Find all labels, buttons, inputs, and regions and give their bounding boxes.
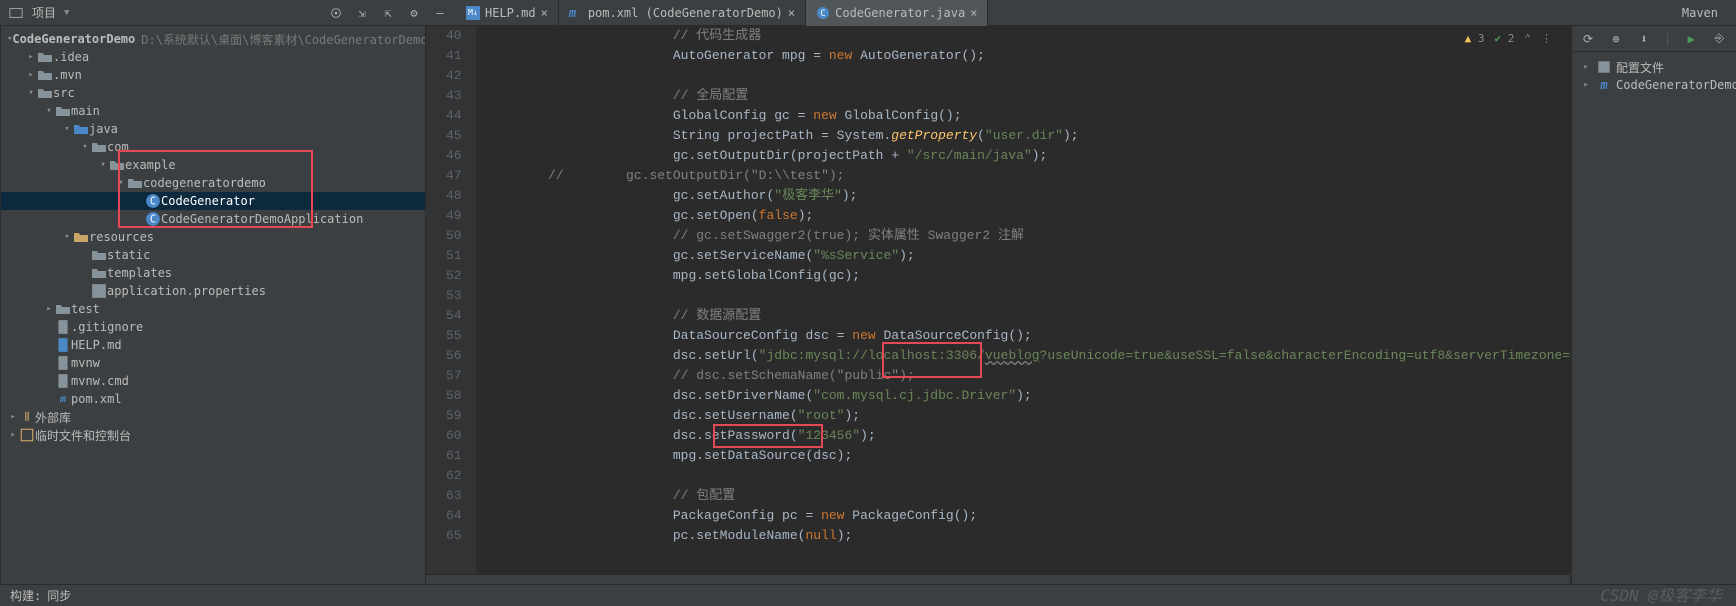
main-toolbar: 项目 ▼ ⇲ ⇱ ⚙ — M↓ HELP.md × m pom.xml (CodeGen…	[0, 0, 1736, 26]
tree-test[interactable]: ▸test	[1, 300, 425, 318]
download-icon[interactable]: ⬇	[1636, 31, 1652, 47]
inspection-badges[interactable]: ▲ 3 ✔ 2 ⌃⋮	[1465, 32, 1552, 45]
collapse-icon[interactable]: ⇱	[380, 5, 396, 21]
project-tree-panel: ▾CodeGeneratorDemoD:\系统默认\桌面\博客素材\CodeGe…	[1, 26, 426, 584]
expand-icon[interactable]: ⇲	[354, 5, 370, 21]
tree-pkg[interactable]: ▾codegeneratordemo	[1, 174, 425, 192]
tab-label: HELP.md	[485, 6, 536, 20]
tree-com[interactable]: ▾com	[1, 138, 425, 156]
editor-tabs: M↓HELP.md×mpom.xml (CodeGeneratorDemo)×C…	[456, 0, 988, 26]
project-label: 项目	[32, 4, 56, 21]
tree-app[interactable]: CCodeGeneratorDemoApplication	[1, 210, 425, 228]
tree-resources[interactable]: ▾resources	[1, 228, 425, 246]
editor-tab[interactable]: M↓ HELP.md ×	[456, 0, 559, 26]
svg-text:C: C	[150, 195, 156, 207]
project-icon	[8, 5, 24, 21]
tree-pom[interactable]: mpom.xml	[1, 390, 425, 408]
generate-icon[interactable]: ⊕	[1608, 31, 1624, 47]
dropdown-arrow[interactable]: ▼	[64, 8, 69, 18]
tree-src[interactable]: ▾src	[1, 84, 425, 102]
maven-module[interactable]: ▸mCodeGeneratorDemo	[1580, 76, 1736, 94]
tree-codegenerator[interactable]: CCodeGenerator	[1, 192, 425, 210]
execute-icon[interactable]: ⎆	[1711, 31, 1727, 47]
code-area[interactable]: // 代码生成器 AutoGenerator mpg = new AutoGen…	[476, 26, 1570, 574]
tree-mvn[interactable]: ▸.mvn	[1, 66, 425, 84]
editor-tab[interactable]: m pom.xml (CodeGeneratorDemo) ×	[559, 0, 806, 26]
tree-idea[interactable]: ▸.idea	[1, 48, 425, 66]
maven-panel: ⟳ ⊕ ⬇ | ▶ ⎆ ⋯ ▸配置文件 ▸mCodeGeneratorDemo	[1571, 26, 1736, 584]
tree-help[interactable]: HELP.md	[1, 336, 425, 354]
tree-external[interactable]: ▸⫴外部库	[1, 408, 425, 426]
maven-toolbar: ⟳ ⊕ ⬇ | ▶ ⎆ ⋯	[1572, 26, 1736, 52]
svg-text:C: C	[150, 213, 156, 225]
maven-icon: m	[569, 6, 583, 20]
markdown-icon: M↓	[466, 6, 480, 20]
status-sync-label: 同步	[47, 587, 71, 604]
gear-icon[interactable]: ⚙	[406, 5, 422, 21]
tree-mvnw[interactable]: mvnw	[1, 354, 425, 372]
project-tree[interactable]: ▾CodeGeneratorDemoD:\系统默认\桌面\博客素材\CodeGe…	[1, 26, 425, 584]
svg-text:C: C	[820, 9, 825, 19]
line-gutter: 4041424344454647484950515253545556575859…	[426, 26, 476, 574]
status-bar: 构建: 同步 CSDN @极客李华	[0, 584, 1736, 606]
refresh-icon[interactable]: ⟳	[1580, 31, 1596, 47]
maven-profiles[interactable]: ▸配置文件	[1580, 58, 1736, 76]
tree-gitignore[interactable]: .gitignore	[1, 318, 425, 336]
tab-label: pom.xml (CodeGeneratorDemo)	[588, 6, 783, 20]
close-icon[interactable]: ×	[788, 6, 795, 20]
tree-root[interactable]: ▾CodeGeneratorDemoD:\系统默认\桌面\博客素材\CodeGe…	[1, 30, 425, 48]
tree-templates[interactable]: templates	[1, 264, 425, 282]
close-icon[interactable]: ×	[541, 6, 548, 20]
tree-approps[interactable]: application.properties	[1, 282, 425, 300]
watermark: CSDN @极客李华	[1600, 582, 1722, 606]
status-build-label: 构建:	[10, 587, 41, 604]
horizontal-scrollbar[interactable]	[426, 574, 1570, 584]
tree-main[interactable]: ▾main	[1, 102, 425, 120]
target-icon[interactable]	[328, 5, 344, 21]
tree-java[interactable]: ▾java	[1, 120, 425, 138]
run-icon[interactable]: ▶	[1683, 31, 1699, 47]
close-icon[interactable]: ×	[970, 6, 977, 20]
tab-label: CodeGenerator.java	[835, 6, 965, 20]
tree-mvnwcmd[interactable]: mvnw.cmd	[1, 372, 425, 390]
tree-example[interactable]: ▾example	[1, 156, 425, 174]
editor-tab[interactable]: C CodeGenerator.java ×	[806, 0, 988, 26]
tree-scratch[interactable]: ▸临时文件和控制台	[1, 426, 425, 444]
editor-area: ▲ 3 ✔ 2 ⌃⋮ 40414243444546474849505152535…	[426, 26, 1570, 584]
hide-icon[interactable]: —	[432, 5, 448, 21]
tree-static[interactable]: static	[1, 246, 425, 264]
class-icon: C	[816, 6, 830, 20]
maven-panel-title[interactable]: Maven	[1682, 6, 1718, 20]
